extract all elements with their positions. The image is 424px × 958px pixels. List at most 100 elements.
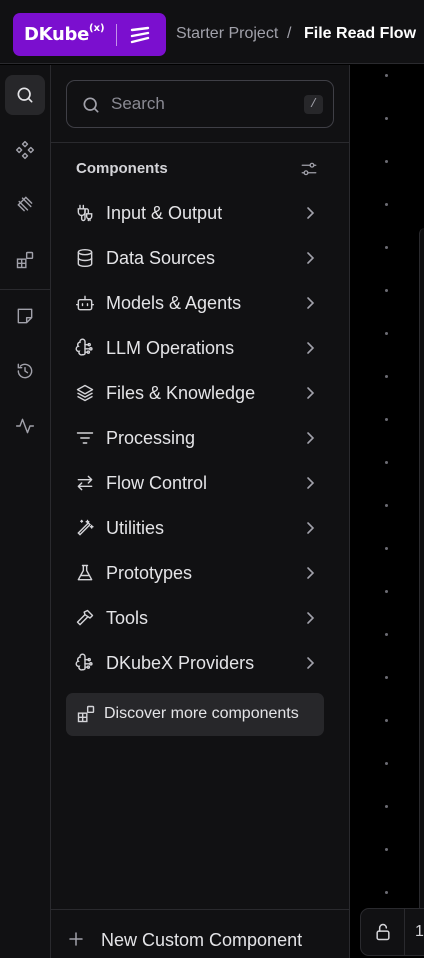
rail-search-button[interactable] bbox=[5, 75, 45, 115]
search-icon bbox=[83, 97, 99, 113]
canvas-grid-dot bbox=[385, 332, 388, 335]
rail-bundles-button[interactable] bbox=[5, 184, 45, 224]
rail-activity-button[interactable] bbox=[5, 406, 45, 446]
category-label: Files & Knowledge bbox=[106, 383, 256, 403]
brain-icon bbox=[75, 653, 93, 671]
canvas-grid-dot bbox=[385, 117, 388, 120]
chevron-right-icon bbox=[307, 657, 315, 669]
flow-canvas[interactable]: 17 bbox=[351, 65, 424, 958]
category-llm-operations[interactable]: LLM Operations bbox=[66, 327, 334, 369]
category-data-sources[interactable]: Data Sources bbox=[66, 237, 334, 279]
canvas-grid-dot bbox=[385, 891, 388, 894]
category-label: DKubeX Providers bbox=[106, 653, 255, 673]
category-label: Input & Output bbox=[106, 203, 223, 223]
components-panel: / Components Input & Output Data Sources… bbox=[51, 65, 350, 958]
logo-superscript: (x) bbox=[89, 23, 105, 34]
database-icon bbox=[77, 248, 93, 268]
sliders-icon[interactable] bbox=[300, 160, 318, 178]
left-rail bbox=[0, 65, 51, 958]
canvas-grid-dot bbox=[385, 246, 388, 249]
category-label: Processing bbox=[106, 428, 196, 448]
discover-more-components-button[interactable]: Discover more components bbox=[66, 693, 324, 736]
category-input-output[interactable]: Input & Output bbox=[66, 192, 334, 234]
activity-icon bbox=[15, 418, 35, 434]
category-utilities[interactable]: Utilities bbox=[66, 507, 334, 549]
category-flow-control[interactable]: Flow Control bbox=[66, 462, 334, 504]
panel-footer-divider bbox=[51, 909, 349, 910]
search-box[interactable]: / bbox=[66, 80, 334, 128]
breadcrumb-project[interactable]: Starter Project bbox=[176, 25, 278, 43]
canvas-grid-dot bbox=[385, 504, 388, 507]
category-label: Data Sources bbox=[106, 248, 216, 268]
zoom-level: 17 bbox=[415, 923, 424, 940]
breadcrumb-flow-name[interactable]: File Read Flow bbox=[304, 25, 416, 43]
brain-icon bbox=[75, 338, 93, 356]
chevron-right-icon bbox=[307, 477, 315, 489]
canvas-grid-dot bbox=[385, 74, 388, 77]
layers-icon bbox=[76, 384, 94, 402]
category-label: Utilities bbox=[106, 518, 165, 538]
plug-icon bbox=[77, 204, 93, 222]
canvas-grid-dot bbox=[385, 633, 388, 636]
canvas-grid-dot bbox=[385, 547, 388, 550]
category-processing[interactable]: Processing bbox=[66, 417, 334, 459]
chevron-right-icon bbox=[307, 387, 315, 399]
bot-icon bbox=[75, 295, 95, 311]
canvas-grid-dot bbox=[385, 203, 388, 206]
category-label: Flow Control bbox=[106, 473, 208, 493]
sticky-note-icon bbox=[17, 308, 33, 324]
waves-icon bbox=[130, 26, 150, 44]
rail-divider bbox=[0, 289, 50, 290]
components-heading: Components bbox=[76, 160, 168, 177]
new-custom-component-button[interactable]: New Custom Component bbox=[66, 923, 334, 955]
search-icon bbox=[17, 87, 33, 103]
chevron-right-icon bbox=[307, 297, 315, 309]
category-tools[interactable]: Tools bbox=[66, 597, 334, 639]
unlock-icon bbox=[375, 923, 390, 941]
logo-divider bbox=[116, 24, 117, 46]
category-prototypes[interactable]: Prototypes bbox=[66, 552, 334, 594]
canvas-grid-dot bbox=[385, 289, 388, 292]
search-input[interactable] bbox=[111, 91, 291, 117]
category-dkubex-providers[interactable]: DKubeX Providers bbox=[66, 642, 334, 684]
blocks-icon bbox=[16, 251, 34, 269]
plus-icon bbox=[69, 932, 83, 946]
canvas-grid-dot bbox=[385, 805, 388, 808]
category-label: Models & Agents bbox=[106, 293, 242, 313]
canvas-grid-dot bbox=[385, 762, 388, 765]
chevron-right-icon bbox=[307, 207, 315, 219]
chevron-right-icon bbox=[307, 612, 315, 624]
wand-icon bbox=[77, 519, 94, 536]
rail-components-button[interactable] bbox=[5, 130, 45, 170]
history-icon bbox=[17, 363, 33, 379]
category-label: Prototypes bbox=[106, 563, 193, 583]
arrows-icon bbox=[77, 475, 93, 491]
dkube-logo[interactable]: DKube (x) bbox=[13, 13, 166, 56]
lock-toggle-button[interactable] bbox=[361, 909, 405, 955]
search-shortcut-badge: / bbox=[304, 95, 323, 114]
chevron-right-icon bbox=[307, 567, 315, 579]
canvas-grid-dot bbox=[385, 719, 388, 722]
canvas-grid-dot bbox=[385, 375, 388, 378]
new-custom-component-label: New Custom Component bbox=[101, 930, 303, 950]
canvas-grid-dot bbox=[385, 590, 388, 593]
paperclip-icon bbox=[17, 196, 33, 212]
category-label: Tools bbox=[106, 608, 149, 628]
canvas-controls: 17 bbox=[360, 908, 424, 956]
chevron-right-icon bbox=[307, 252, 315, 264]
canvas-grid-dot bbox=[385, 676, 388, 679]
canvas-grid-dot bbox=[385, 418, 388, 421]
chevron-right-icon bbox=[307, 432, 315, 444]
category-files-knowledge[interactable]: Files & Knowledge bbox=[66, 372, 334, 414]
breadcrumb-separator: / bbox=[287, 25, 292, 42]
discover-label: Discover more components bbox=[104, 705, 299, 722]
rail-store-button[interactable] bbox=[5, 240, 45, 280]
canvas-grid-dot bbox=[385, 848, 388, 851]
hammer-icon bbox=[76, 609, 94, 626]
category-models-agents[interactable]: Models & Agents bbox=[66, 282, 334, 324]
rail-notes-button[interactable] bbox=[5, 296, 45, 336]
category-label: LLM Operations bbox=[106, 338, 235, 358]
canvas-edge-panel bbox=[419, 228, 424, 928]
rail-history-button[interactable] bbox=[5, 351, 45, 391]
logo-text: DKube bbox=[24, 24, 89, 45]
